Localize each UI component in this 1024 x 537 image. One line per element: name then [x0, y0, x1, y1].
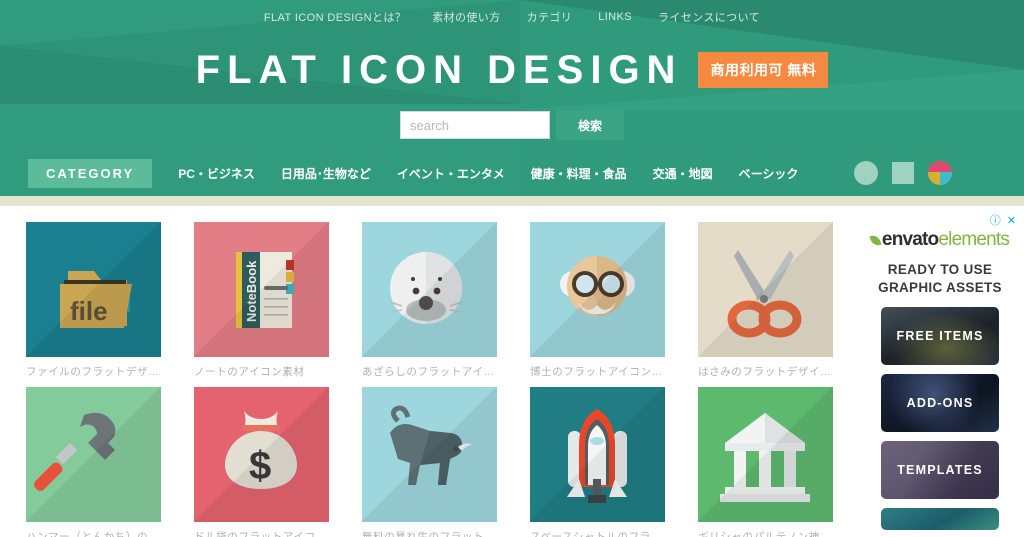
ad-card-label: FREE ITEMS [896, 329, 984, 344]
icon-gallery: file ファイルのフラットデザ… NoteBook ノートのアイコン素材 あざ… [0, 206, 860, 537]
site-header: FLAT ICON DESIGNとは？ 素材の使い方 カテゴリ LINKS ライ… [0, 0, 1024, 196]
gallery-card-caption: はさみのフラットデザイ… [698, 366, 832, 378]
file-folder-icon: file [26, 222, 161, 357]
scissors-icon [698, 222, 833, 357]
svg-text:file: file [70, 296, 108, 326]
gallery-card[interactable]: file ファイルのフラットデザ… [26, 222, 161, 379]
topnav-item-license[interactable]: ライセンスについて [658, 9, 760, 25]
gallery-card-caption: ギリシャのパルテノン神… [698, 531, 831, 537]
ad-headline: READY TO USE GRAPHIC ASSETS [864, 261, 1016, 297]
category-pill: CATEGORY [28, 158, 153, 188]
gallery-card[interactable]: スペースシャトルのフラ… [530, 387, 665, 537]
main-content: file ファイルのフラットデザ… NoteBook ノートのアイコン素材 あざ… [0, 206, 1024, 537]
category-bar: CATEGORY PC・ビジネス 日用品･生物など イベント・エンタメ 健康・料… [0, 150, 1024, 196]
search-row: 検索 [0, 110, 1024, 140]
gallery-card-caption: ドル袋のフラットアイコ… [194, 531, 327, 537]
leaf-icon [869, 233, 882, 247]
gallery-card[interactable]: あざらしのフラットアイ… [362, 222, 497, 379]
money-bag-icon: $ [194, 387, 329, 522]
gallery-card-caption: ハンマー（とんかち）の… [26, 531, 160, 537]
topnav-item-howto[interactable]: 素材の使い方 [432, 9, 500, 25]
envato-brand-bold: envato [881, 229, 939, 250]
ad-sidebar: ⓘ ✕ envato elements READY TO USE GRAPHIC… [860, 206, 1024, 537]
close-icon[interactable]: ✕ [1007, 215, 1016, 227]
gallery-card-caption: ノートのアイコン素材 [194, 366, 305, 378]
top-navigation: FLAT ICON DESIGNとは？ 素材の使い方 カテゴリ LINKS ライ… [0, 0, 1024, 34]
gallery-card[interactable]: はさみのフラットデザイ… [698, 222, 833, 379]
gallery-card[interactable]: ハンマー（とんかち）の… [26, 387, 161, 537]
ad-card-partial[interactable] [881, 508, 999, 531]
shape-filter-icons [854, 161, 952, 185]
svg-text:NoteBook: NoteBook [244, 260, 259, 322]
topnav-item-category[interactable]: カテゴリ [527, 9, 573, 25]
info-icon[interactable]: ⓘ [990, 215, 1001, 227]
envato-brand-light: elements [938, 229, 1010, 250]
square-shape-icon[interactable] [892, 162, 914, 184]
header-divider [0, 196, 1024, 206]
ad-headline-line1: READY TO USE [887, 262, 993, 277]
color-wheel-icon[interactable] [928, 161, 952, 185]
notebook-icon: NoteBook [194, 222, 329, 357]
parthenon-icon [698, 387, 833, 522]
category-link-daily-living[interactable]: 日用品･生物など [281, 165, 371, 182]
gallery-card[interactable]: ギリシャのパルテノン神… [698, 387, 833, 537]
topnav-item-links[interactable]: LINKS [598, 11, 632, 23]
gallery-card-caption: スペースシャトルのフラ… [530, 531, 662, 537]
category-link-basic[interactable]: ベーシック [739, 165, 799, 182]
ad-card-label: TEMPLATES [897, 463, 983, 478]
gallery-card[interactable]: 無料の暴れ牛のフラット… [362, 387, 497, 537]
ad-card-label: ADD-ONS [906, 396, 974, 411]
search-button[interactable]: 検索 [556, 110, 624, 140]
category-link-health-food[interactable]: 健康・料理・食品 [531, 165, 627, 182]
topnav-item-about[interactable]: FLAT ICON DESIGNとは？ [264, 9, 406, 25]
professor-icon [530, 222, 665, 357]
gallery-card-caption: 無料の暴れ牛のフラット… [362, 531, 496, 537]
page-title: FLAT ICON DESIGN [195, 48, 683, 92]
search-input[interactable] [400, 111, 550, 139]
ad-card-list: FREE ITEMS ADD-ONS TEMPLATES [864, 307, 1016, 531]
circle-shape-icon[interactable] [854, 161, 878, 185]
category-links: PC・ビジネス 日用品･生物など イベント・エンタメ 健康・料理・食品 交通・地… [178, 165, 798, 182]
commercial-use-badge: 商用利用可 無料 [698, 52, 829, 88]
gallery-card[interactable]: NoteBook ノートのアイコン素材 [194, 222, 329, 379]
ad-card-add-ons[interactable]: ADD-ONS [881, 374, 999, 433]
category-link-event-entertainment[interactable]: イベント・エンタメ [397, 165, 505, 182]
envato-logo[interactable]: envato elements [864, 229, 1016, 251]
seal-icon [362, 222, 497, 357]
bull-icon [362, 387, 497, 522]
ad-headline-line2: GRAPHIC ASSETS [878, 280, 1002, 296]
svg-text:$: $ [249, 444, 271, 488]
gallery-card-caption: あざらしのフラットアイ… [362, 366, 495, 378]
gallery-card[interactable]: $ ドル袋のフラットアイコ… [194, 387, 329, 537]
title-row: FLAT ICON DESIGN 商用利用可 無料 [0, 50, 1024, 90]
ad-controls: ⓘ ✕ [864, 214, 1016, 228]
ad-card-free-items[interactable]: FREE ITEMS [881, 307, 999, 366]
category-link-transport-map[interactable]: 交通・地図 [653, 165, 713, 182]
hammer-icon [26, 387, 161, 522]
gallery-card[interactable]: 博士のフラットアイコン… [530, 222, 665, 379]
ad-card-templates[interactable]: TEMPLATES [881, 441, 999, 500]
gallery-card-caption: 博士のフラットアイコン… [530, 366, 663, 378]
space-shuttle-icon [530, 387, 665, 522]
category-link-pc-business[interactable]: PC・ビジネス [178, 165, 255, 182]
gallery-card-caption: ファイルのフラットデザ… [26, 366, 160, 378]
